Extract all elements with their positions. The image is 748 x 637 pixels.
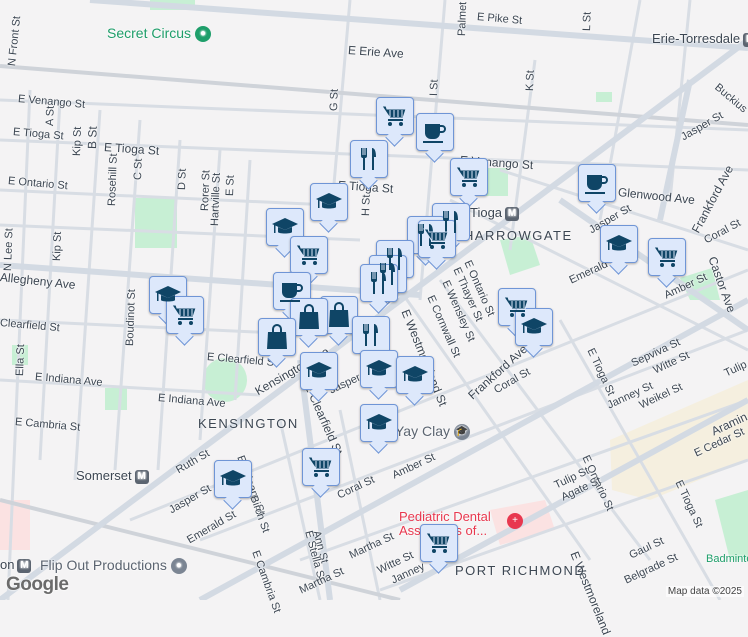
restaurant-marker[interactable]: [360, 264, 398, 302]
place-flip-out-productions[interactable]: Flip Out Productions ●: [40, 557, 187, 575]
shopping-cart-icon: [425, 532, 451, 554]
neighborhood-kensington: KENSINGTON: [198, 416, 299, 431]
school-icon: [272, 218, 298, 234]
station-label: Erie-Torresdale: [652, 31, 741, 46]
school-marker[interactable]: [600, 225, 638, 263]
school-icon: [316, 193, 342, 209]
shopping-cart-icon: [295, 244, 321, 266]
station-label: on: [0, 557, 15, 572]
school-marker[interactable]: [396, 356, 434, 394]
school-icon: [606, 235, 632, 251]
street-label: H St: [360, 194, 373, 217]
place-label: Flip Out Productions: [40, 557, 167, 573]
street-label: E St: [224, 175, 237, 197]
coffee-cup-marker[interactable]: [416, 113, 454, 151]
school-marker[interactable]: [214, 460, 252, 498]
restaurant-icon: [371, 272, 386, 294]
neighborhood-harrowgate: HARROWGATE: [464, 228, 573, 243]
shopping-cart-icon: [423, 228, 449, 250]
shopping-cart-marker[interactable]: [420, 524, 458, 562]
shopping-cart-icon: [455, 166, 481, 188]
school-icon: [220, 470, 246, 486]
street-label: D St: [176, 168, 189, 191]
school-marker[interactable]: [300, 352, 338, 390]
map-pin-icon: ●: [170, 558, 187, 575]
restaurant-icon: [361, 148, 376, 170]
school-marker[interactable]: [310, 183, 348, 221]
shopping-bag-marker[interactable]: [258, 318, 296, 356]
place-label: Secret Circus: [107, 25, 192, 41]
shopping-bag-icon: [266, 324, 288, 350]
place-secret-circus[interactable]: Secret Circus ●: [107, 25, 212, 43]
metro-icon: M: [17, 558, 32, 573]
shopping-cart-marker[interactable]: [166, 296, 204, 334]
shopping-cart-marker[interactable]: [648, 238, 686, 276]
restaurant-marker[interactable]: [350, 140, 388, 178]
street-label: Rosehill St: [106, 153, 120, 207]
metro-icon: M: [743, 32, 748, 47]
street-label: G St: [328, 88, 341, 112]
map-pin-icon: ●: [195, 26, 212, 43]
coffee-cup-icon: [584, 174, 608, 195]
street-label: A St: [44, 105, 57, 127]
station-erie-torresdale[interactable]: Erie-TorresdaleM: [652, 31, 748, 47]
street-label: Ella St: [14, 344, 28, 377]
school-icon: [366, 360, 392, 376]
school-marker[interactable]: [360, 404, 398, 442]
street-label: K St: [524, 70, 537, 92]
shopping-bag-marker[interactable]: [320, 296, 358, 334]
shopping-cart-icon: [653, 246, 679, 268]
school-marker[interactable]: [515, 308, 553, 346]
google-logo: Google: [6, 574, 69, 595]
shopping-bag-icon: [298, 304, 320, 330]
school-marker[interactable]: [360, 350, 398, 388]
shopping-cart-icon: [307, 456, 333, 478]
shopping-bag-icon: [328, 302, 350, 328]
coffee-cup-icon: [279, 282, 303, 303]
metro-icon: M: [505, 206, 520, 221]
school-icon: [402, 366, 428, 382]
station-label: Tioga: [470, 205, 503, 220]
shopping-cart-marker[interactable]: [302, 448, 340, 486]
shopping-cart-marker[interactable]: [376, 97, 414, 135]
school-icon: [521, 318, 547, 334]
street-label: I St: [428, 79, 441, 97]
place-label: Badminto: [706, 553, 748, 565]
station-huntingdon[interactable]: on M: [0, 557, 32, 573]
place-yay-clay[interactable]: Yay Clay 🎓: [395, 423, 470, 441]
place-label: Yay Clay: [395, 423, 450, 439]
station-label: Somerset: [76, 468, 132, 483]
shopping-cart-marker[interactable]: [450, 158, 488, 196]
street-label: Boudinot St: [124, 288, 138, 347]
school-icon: [306, 362, 332, 378]
station-somerset[interactable]: Somerset M: [76, 468, 149, 484]
street-label: Kip St: [71, 126, 85, 157]
hospital-icon[interactable]: +: [507, 513, 523, 529]
restaurant-marker[interactable]: [352, 316, 390, 354]
school-icon: 🎓: [453, 424, 470, 441]
street-label: Palmet: [456, 1, 470, 37]
shopping-cart-icon: [171, 304, 197, 326]
shopping-cart-marker[interactable]: [418, 220, 456, 258]
shopping-cart-marker[interactable]: [290, 236, 328, 274]
school-icon: [366, 414, 392, 430]
street-label: B St: [85, 126, 100, 150]
restaurant-icon: [363, 324, 378, 346]
street-label: Kip St: [51, 231, 65, 262]
street-label: Hartville St: [209, 172, 223, 227]
street-label: L St: [581, 11, 594, 32]
shopping-cart-icon: [381, 105, 407, 127]
station-tioga[interactable]: Tioga M: [470, 205, 520, 221]
place-badminton[interactable]: Badminto: [706, 553, 748, 565]
shopping-bag-marker[interactable]: [290, 298, 328, 336]
coffee-cup-marker[interactable]: [578, 164, 616, 202]
street-label: C St: [132, 158, 145, 181]
metro-icon: M: [134, 469, 149, 484]
coffee-cup-icon: [422, 123, 446, 144]
map-attribution[interactable]: Map data ©2025: [665, 586, 744, 597]
street-label: N Lee St: [2, 228, 16, 272]
neighborhood-port-richmond: PORT RICHMOND: [455, 563, 586, 578]
